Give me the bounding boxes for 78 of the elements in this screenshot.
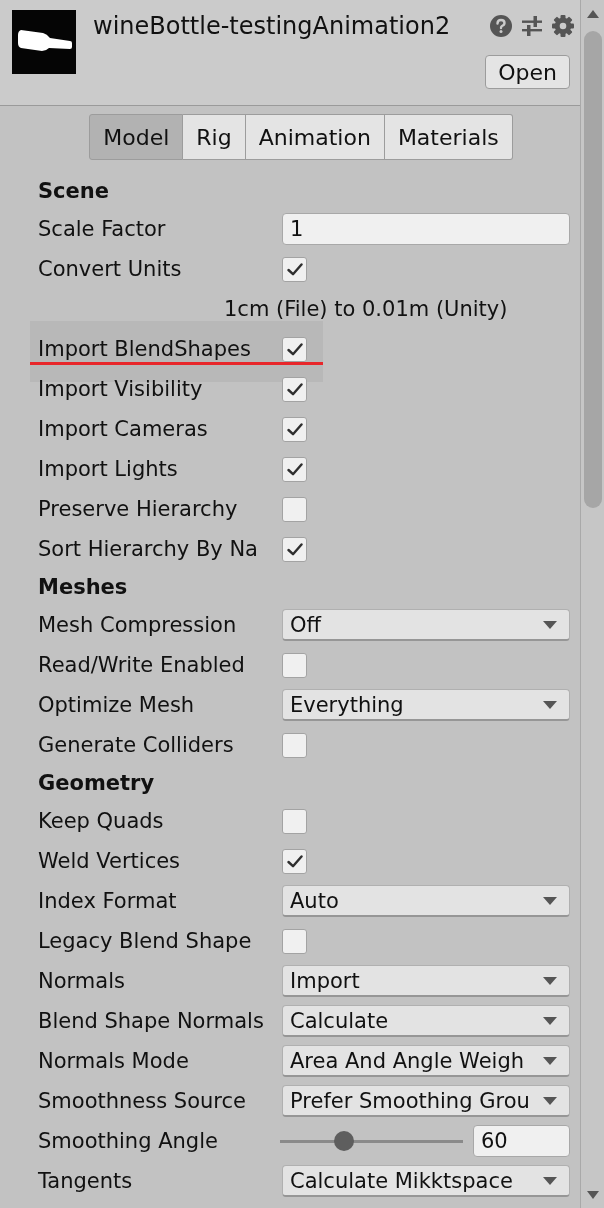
checkbox[interactable]: [282, 808, 307, 834]
tab[interactable]: Animation: [245, 114, 385, 160]
field-label: Convert Units: [38, 257, 183, 281]
checkmark-icon: [286, 462, 303, 476]
field-label: Normals Mode: [38, 1049, 190, 1073]
field-label: Import Lights: [38, 457, 179, 481]
checkbox[interactable]: [282, 256, 307, 282]
slider-thumb[interactable]: [333, 1131, 354, 1151]
field-label: Index Format: [38, 889, 178, 913]
checkbox[interactable]: [282, 848, 307, 874]
bottle-icon: [12, 10, 76, 74]
scrollbar-track[interactable]: [580, 0, 604, 1208]
tab[interactable]: Rig: [183, 114, 246, 160]
section-heading: Scene: [37, 178, 110, 205]
unit-conversion-note: 1cm (File) to 0.01m (Unity): [224, 297, 508, 321]
field-label: Scale Factor: [38, 217, 167, 241]
asset-title: wineBottle-testingAnimation2: [93, 12, 452, 40]
checkbox[interactable]: [282, 928, 307, 954]
field-label: Keep Quads: [38, 809, 165, 833]
checkbox[interactable]: [282, 416, 307, 442]
caret-icon: [543, 1016, 557, 1025]
field-label: Import Visibility: [38, 377, 204, 401]
checkbox[interactable]: [282, 536, 307, 562]
field-label: Normals: [38, 969, 126, 993]
caret-icon: [543, 976, 557, 985]
field-label: Import Cameras: [38, 417, 209, 441]
field-label: Generate Colliders: [38, 733, 235, 757]
number-field[interactable]: 60: [473, 1125, 570, 1157]
checkmark-icon: [286, 382, 303, 396]
dropdown[interactable]: Import: [282, 965, 570, 997]
caret-icon: [543, 1056, 557, 1065]
dropdown[interactable]: Off: [282, 609, 570, 641]
field-label: Sort Hierarchy By Na: [38, 537, 259, 561]
checkmark-icon: [286, 542, 303, 556]
checkbox[interactable]: [282, 732, 307, 758]
field-label: Smoothness Source: [38, 1089, 247, 1113]
scroll-down-icon[interactable]: [586, 1191, 599, 1199]
caret-icon: [543, 1096, 557, 1105]
caret-icon: [543, 700, 557, 709]
checkmark-icon: [286, 422, 303, 436]
dropdown[interactable]: Prefer Smoothing Grou: [282, 1085, 570, 1117]
settings-icon[interactable]: [552, 15, 574, 37]
help-icon[interactable]: [490, 15, 512, 37]
section-heading: Geometry: [37, 770, 156, 797]
dropdown[interactable]: Calculate Mikktspace: [282, 1165, 570, 1197]
checkmark-icon: [286, 262, 303, 276]
caret-icon: [543, 620, 557, 629]
checkbox[interactable]: [282, 652, 307, 678]
field-label: Import BlendShapes: [38, 337, 252, 361]
checkbox[interactable]: [282, 336, 307, 362]
checkbox[interactable]: [282, 496, 307, 522]
field-label: Optimize Mesh: [38, 693, 196, 717]
sliders-icon[interactable]: [521, 15, 543, 37]
checkmark-icon: [286, 854, 303, 868]
dropdown[interactable]: Auto: [282, 885, 570, 917]
field-label: Mesh Compression: [38, 613, 238, 637]
field-label: Tangents: [38, 1169, 134, 1193]
field-label: Blend Shape Normals: [38, 1009, 265, 1033]
open-button[interactable]: Open: [485, 55, 570, 89]
dropdown[interactable]: Area And Angle Weigh: [282, 1045, 570, 1077]
field-label: Weld Vertices: [38, 849, 182, 873]
dropdown[interactable]: Calculate: [282, 1005, 570, 1037]
checkbox[interactable]: [282, 376, 307, 402]
scroll-up-icon[interactable]: [586, 10, 599, 18]
dropdown[interactable]: Everything: [282, 689, 570, 721]
tab[interactable]: Materials: [384, 114, 513, 160]
field-label: Preserve Hierarchy: [38, 497, 239, 521]
checkmark-icon: [286, 342, 303, 356]
caret-icon: [543, 1176, 557, 1185]
text-field[interactable]: 1: [282, 213, 570, 245]
caret-icon: [543, 896, 557, 905]
field-label: Legacy Blend Shape: [38, 929, 253, 953]
scrollbar-thumb[interactable]: [583, 31, 602, 508]
section-heading: Meshes: [37, 574, 129, 601]
tab[interactable]: Model: [89, 114, 184, 160]
field-label: Smoothing Angle: [38, 1129, 219, 1153]
checkbox[interactable]: [282, 456, 307, 482]
field-label: Read/Write Enabled: [38, 653, 246, 677]
